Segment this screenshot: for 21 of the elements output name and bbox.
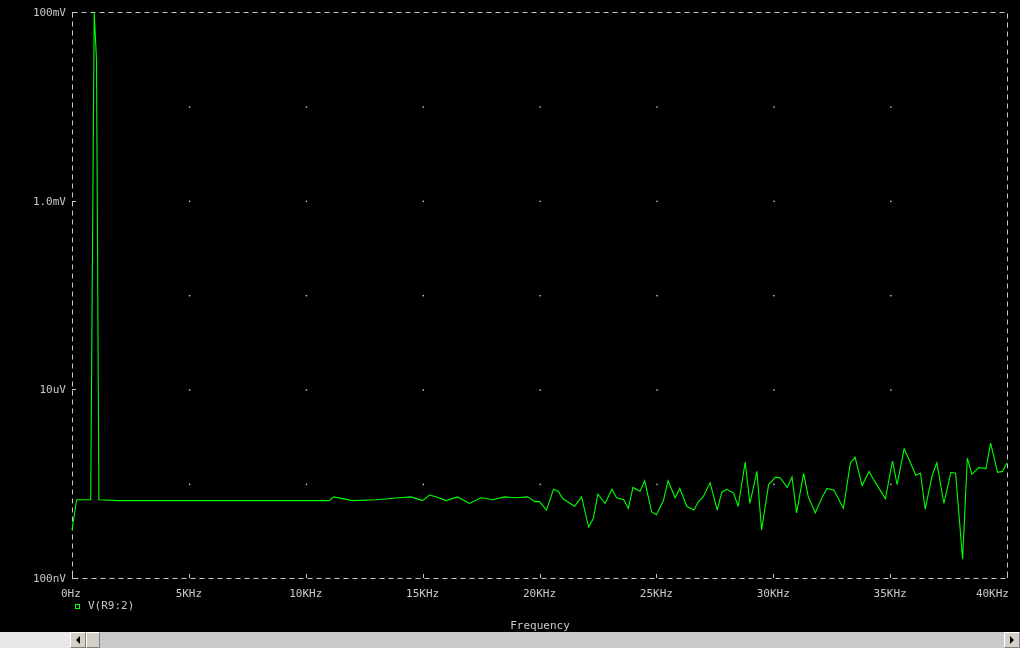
scroll-thumb[interactable] <box>86 632 100 648</box>
x-axis-label: 15KHz <box>406 587 440 600</box>
x-axis-label: 10KHz <box>289 587 323 600</box>
x-axis-label: 40KHz <box>975 587 1009 600</box>
y-axis-label: 1.0mV <box>32 194 66 208</box>
right-arrow-icon <box>1009 636 1015 644</box>
x-axis-label: 25KHz <box>639 587 673 600</box>
scroll-left-button[interactable] <box>70 632 86 648</box>
scrollbar-track[interactable] <box>0 632 1020 648</box>
x-axis-title: Frequency <box>510 619 570 632</box>
legend-label: V(R9:2) <box>88 599 135 612</box>
x-axis-label: 0Hz <box>61 587 81 600</box>
x-axis-label: 30KHz <box>756 587 790 600</box>
y-axis-label: 10uV <box>39 383 66 397</box>
x-axis-label: 5KHz <box>175 587 203 600</box>
y-axis-label: 100mV <box>32 6 66 19</box>
left-arrow-icon <box>75 636 81 644</box>
y-axis-label: 100nV <box>32 572 66 585</box>
x-axis-label: 35KHz <box>873 587 907 600</box>
x-axis-label: 20KHz <box>522 587 557 600</box>
scroll-right-button[interactable] <box>1004 632 1020 648</box>
